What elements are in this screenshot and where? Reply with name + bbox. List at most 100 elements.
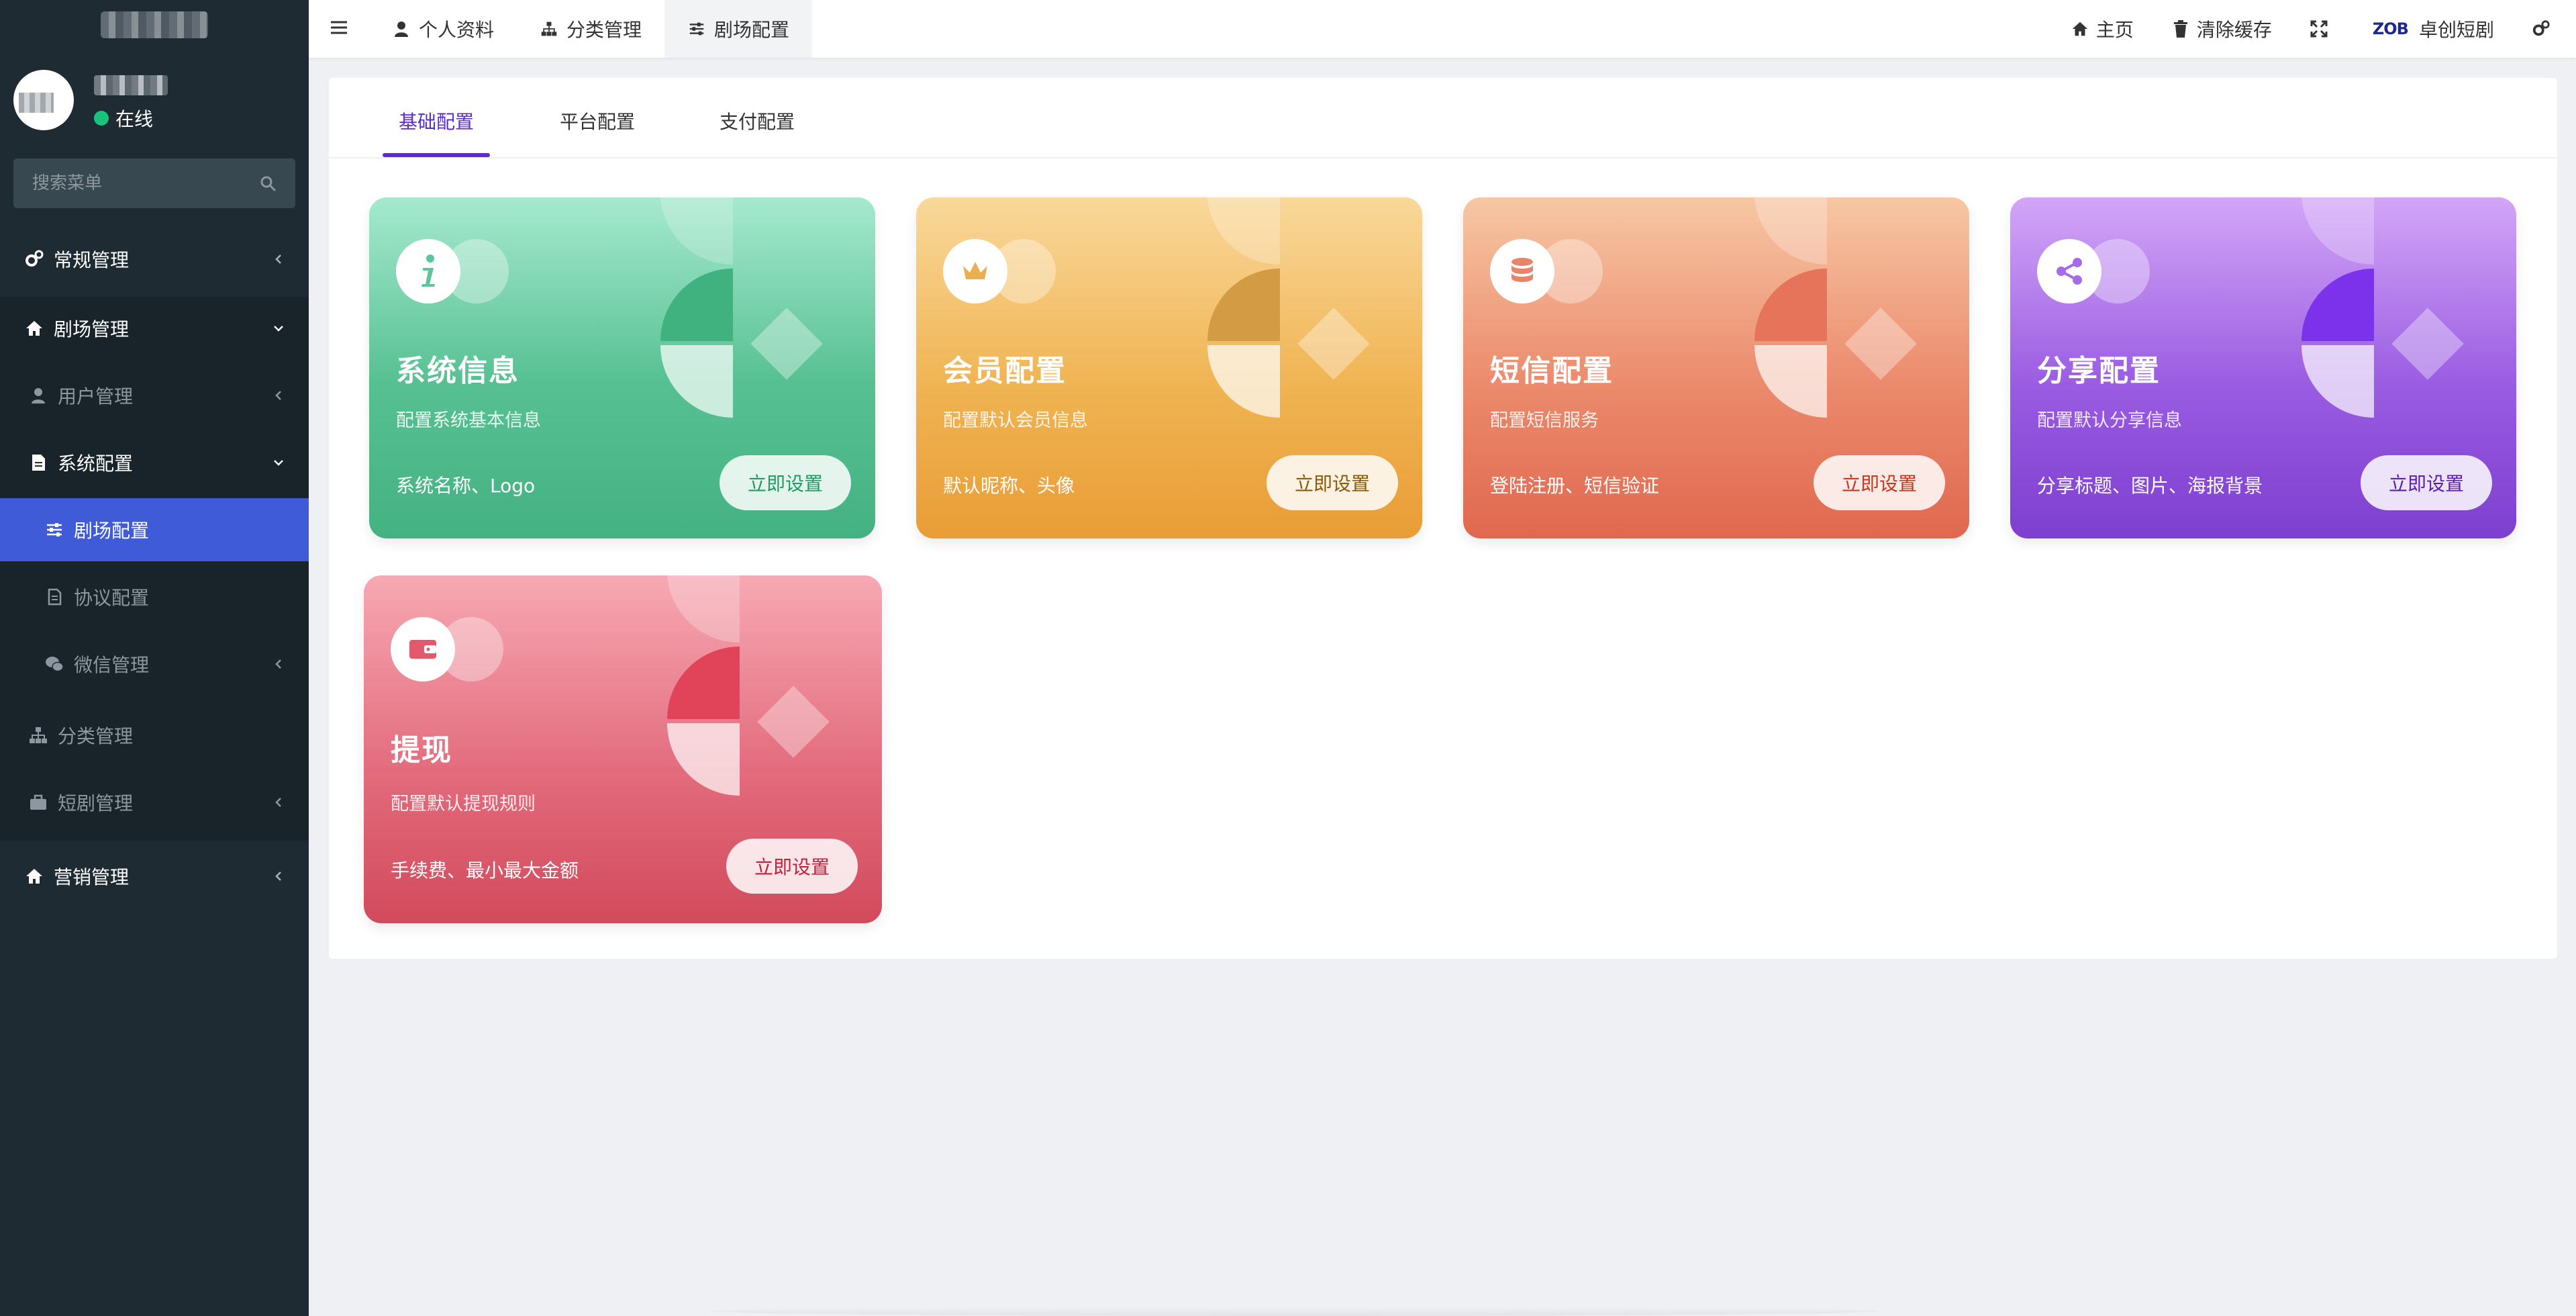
chevron-down-icon xyxy=(268,453,289,473)
card-features: 手续费、最小最大金额 xyxy=(391,859,579,882)
sidebar-item-theater-config[interactable]: 剧场配置 xyxy=(0,498,309,561)
sidebar-item-wechat[interactable]: 微信管理 xyxy=(0,632,309,696)
file-icon xyxy=(28,453,48,473)
sidebar-item-short-drama[interactable]: 短剧管理 xyxy=(0,771,309,834)
online-dot-icon xyxy=(94,111,109,126)
sliders-icon xyxy=(44,520,64,540)
sidebar-item-label: 分类管理 xyxy=(58,725,134,747)
sidebar-item-system-config[interactable]: 系统配置 xyxy=(0,431,309,494)
chevron-left-icon xyxy=(268,792,289,812)
clear-cache-button[interactable]: 清除缓存 xyxy=(2152,0,2291,58)
tab-category[interactable]: 分类管理 xyxy=(517,0,664,58)
share-icon xyxy=(2037,239,2101,303)
database-icon xyxy=(1490,239,1554,303)
card-title: 会员配置 xyxy=(943,354,1067,388)
site-logo: ZOB xyxy=(2372,19,2409,38)
sidebar-item-label: 剧场配置 xyxy=(74,520,150,542)
menu-search-input[interactable] xyxy=(32,173,259,193)
setup-now-button[interactable]: 立即设置 xyxy=(720,455,851,510)
wechat-icon xyxy=(44,654,64,674)
wallet-icon xyxy=(391,617,455,682)
clear-cache-label: 清除缓存 xyxy=(2196,19,2272,41)
sidebar: 在线 常规管理 剧场管理 用户管理 系统配置 xyxy=(0,0,309,1316)
user-status: 在线 xyxy=(94,105,153,132)
cogs-icon xyxy=(2532,19,2550,38)
card-desc: 配置默认会员信息 xyxy=(943,410,1088,431)
setup-now-button[interactable]: 立即设置 xyxy=(2361,455,2492,510)
sidebar-item-label: 营销管理 xyxy=(54,866,130,888)
card-icon-wrap xyxy=(396,239,517,303)
tab-label: 剧场配置 xyxy=(714,19,790,41)
card-sms-config: 短信配置 配置短信服务 登陆注册、短信验证 立即设置 xyxy=(1463,197,1969,538)
home-icon xyxy=(24,866,44,886)
card-features: 系统名称、Logo xyxy=(396,475,536,497)
chevron-left-icon xyxy=(268,385,289,406)
config-tabs: 基础配置 平台配置 支付配置 xyxy=(329,78,2557,158)
card-desc: 配置短信服务 xyxy=(1490,410,1599,431)
briefcase-icon xyxy=(28,792,48,812)
card-member-config: 会员配置 配置默认会员信息 默认昵称、头像 立即设置 xyxy=(916,197,1422,538)
sliders-icon xyxy=(687,19,706,38)
chevron-left-icon xyxy=(268,866,289,886)
settings-button[interactable] xyxy=(2513,0,2576,58)
tab-basic-config[interactable]: 基础配置 xyxy=(399,107,474,134)
sitemap-icon xyxy=(540,19,558,38)
sidebar-item-label: 系统配置 xyxy=(58,453,134,475)
sidebar-item-category[interactable]: 分类管理 xyxy=(0,704,309,767)
cogs-icon xyxy=(24,249,44,269)
card-icon-wrap xyxy=(943,239,1064,303)
card-features: 分享标题、图片、海报背景 xyxy=(2037,475,2263,497)
menu-search xyxy=(13,158,295,208)
sidebar-item-marketing[interactable]: 营销管理 xyxy=(0,845,309,908)
chevron-down-icon xyxy=(268,318,289,338)
user-panel: 在线 xyxy=(13,70,295,134)
tab-theater-config[interactable]: 剧场配置 xyxy=(664,0,813,58)
home-icon xyxy=(2071,19,2089,38)
card-features: 默认昵称、头像 xyxy=(943,475,1075,497)
setup-now-button[interactable]: 立即设置 xyxy=(1814,455,1945,510)
card-desc: 配置默认分享信息 xyxy=(2037,410,2182,431)
card-title: 短信配置 xyxy=(1490,354,1614,388)
sidebar-item-label: 协议配置 xyxy=(74,587,150,609)
setup-now-button[interactable]: 立即设置 xyxy=(1267,455,1398,510)
sidebar-item-label: 剧场管理 xyxy=(54,318,130,340)
sidebar-item-label: 用户管理 xyxy=(58,385,134,408)
bottom-shadow xyxy=(711,1307,1879,1316)
crown-icon xyxy=(943,239,1007,303)
tab-profile[interactable]: 个人资料 xyxy=(369,0,517,58)
fullscreen-button[interactable] xyxy=(2291,0,2354,58)
user-name-blurred xyxy=(94,75,168,95)
card-title: 系统信息 xyxy=(396,354,519,388)
user-status-label: 在线 xyxy=(115,108,154,130)
sidebar-item-general[interactable]: 常规管理 xyxy=(0,228,309,291)
sidebar-item-theater[interactable]: 剧场管理 xyxy=(0,297,309,360)
tab-payment-config[interactable]: 支付配置 xyxy=(720,107,795,134)
card-icon-wrap xyxy=(2037,239,2158,303)
card-withdraw: 提现 配置默认提现规则 手续费、最小最大金额 立即设置 xyxy=(364,575,882,923)
search-icon[interactable] xyxy=(259,175,277,192)
sidebar-item-users[interactable]: 用户管理 xyxy=(0,364,309,427)
sidebar-item-label: 短剧管理 xyxy=(58,792,134,814)
setup-now-button[interactable]: 立即设置 xyxy=(726,839,858,894)
card-desc: 配置系统基本信息 xyxy=(396,410,541,431)
hamburger-icon xyxy=(330,19,348,38)
user-icon xyxy=(392,19,411,38)
trash-icon xyxy=(2171,19,2190,38)
sidebar-item-agreement-config[interactable]: 协议配置 xyxy=(0,565,309,628)
sidebar-logo[interactable] xyxy=(0,0,309,50)
sidebar-toggle-button[interactable] xyxy=(309,0,369,58)
chevron-left-icon xyxy=(268,249,289,269)
card-system-info: 系统信息 配置系统基本信息 系统名称、Logo 立即设置 xyxy=(369,197,875,538)
tab-label: 个人资料 xyxy=(419,19,495,41)
avatar[interactable] xyxy=(13,70,74,130)
expand-icon xyxy=(2310,19,2328,38)
chevron-left-icon xyxy=(268,654,289,674)
tab-platform-config[interactable]: 平台配置 xyxy=(560,107,635,134)
sidebar-item-label: 常规管理 xyxy=(54,249,130,271)
site-link[interactable]: ZOB 卓创短剧 xyxy=(2354,0,2513,58)
card-title: 提现 xyxy=(391,733,452,767)
home-label: 主页 xyxy=(2095,19,2134,41)
card-features: 登陆注册、短信验证 xyxy=(1490,475,1660,497)
active-tab-indicator xyxy=(383,153,490,157)
home-link[interactable]: 主页 xyxy=(2052,0,2152,58)
